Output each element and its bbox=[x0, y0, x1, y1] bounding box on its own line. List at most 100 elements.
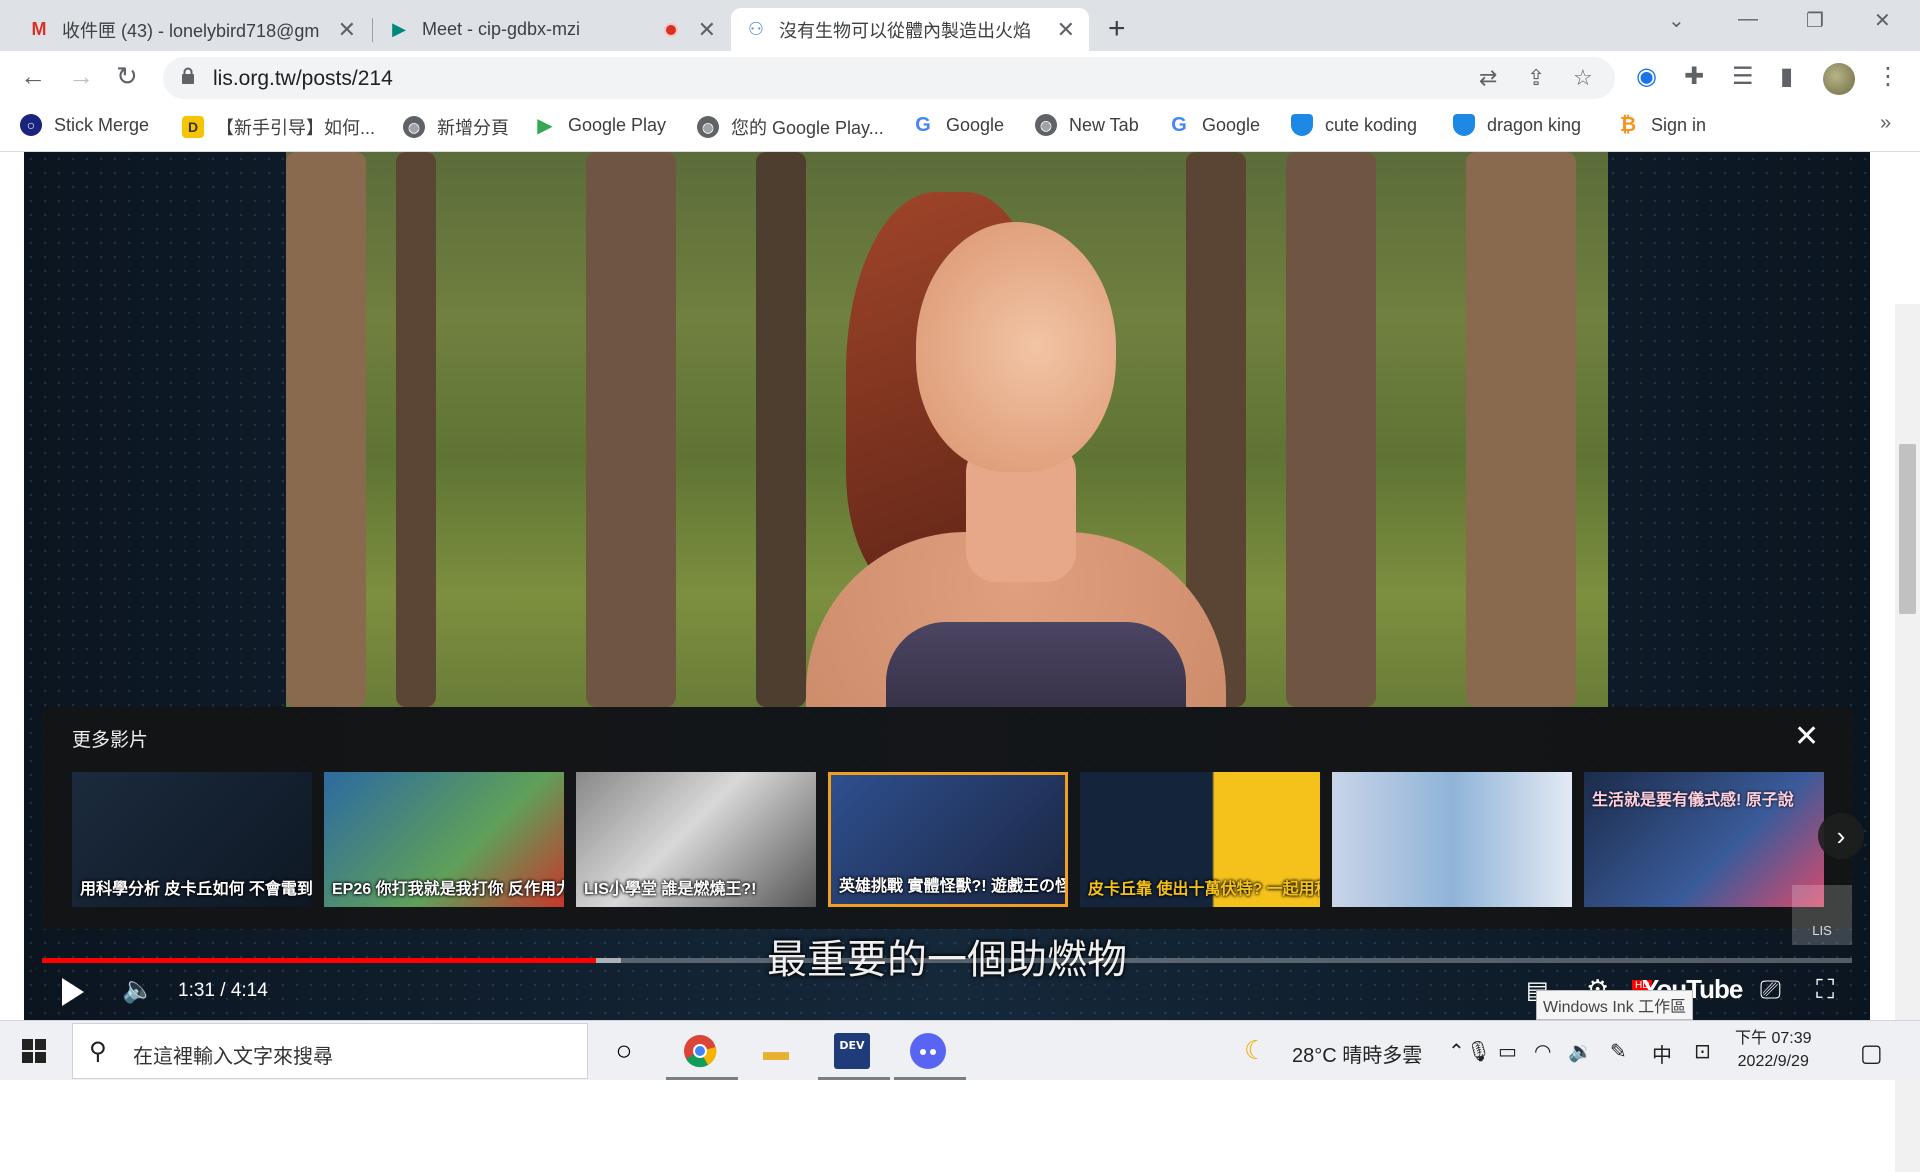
next-thumbnails-button[interactable]: › bbox=[1818, 813, 1864, 859]
ime-indicator[interactable]: 中 bbox=[1652, 1039, 1672, 1068]
shield-icon bbox=[1291, 114, 1313, 136]
bookmark-stick-merge[interactable]: ○ Stick Merge bbox=[20, 114, 149, 136]
video-thumbnail[interactable]: 用科學分析 皮卡丘如何 不會電到自己? bbox=[72, 772, 312, 907]
google-icon: G bbox=[915, 113, 931, 136]
bookmark-dragon-king[interactable]: dragon king bbox=[1453, 114, 1581, 136]
close-tab-icon[interactable]: ✕ bbox=[338, 17, 356, 43]
volume-icon[interactable]: 🔈 bbox=[122, 974, 154, 1005]
progress-bar[interactable] bbox=[42, 958, 1852, 963]
battery-icon[interactable]: ▭ bbox=[1498, 1039, 1517, 1064]
menu-kebab-icon[interactable]: ⋮ bbox=[1876, 62, 1900, 91]
chrome-icon[interactable] bbox=[678, 1029, 722, 1073]
close-tab-icon[interactable]: ✕ bbox=[1057, 17, 1075, 43]
shield-icon bbox=[1453, 114, 1475, 136]
new-tab-button[interactable]: + bbox=[1108, 12, 1126, 46]
windows-ink-tooltip: Windows Ink 工作區 bbox=[1536, 990, 1694, 1020]
time-display: 1:31 / 4:14 bbox=[178, 980, 268, 1001]
clock-time: 下午 07:39 bbox=[1735, 1030, 1812, 1047]
svg-text:DEV: DEV bbox=[839, 1039, 865, 1052]
weather-moon-icon: ☾ bbox=[1244, 1035, 1268, 1065]
address-bar[interactable]: lis.org.tw/posts/214 ⇄ ⇪ ☆ bbox=[163, 57, 1615, 99]
back-button[interactable]: ← bbox=[20, 61, 46, 92]
lis-icon: ⚇ bbox=[747, 19, 765, 39]
share-icon[interactable]: ⇪ bbox=[1527, 65, 1545, 91]
profile-avatar[interactable] bbox=[1823, 63, 1855, 95]
forward-button[interactable]: → bbox=[68, 61, 94, 92]
dev-app-icon[interactable]: DEV bbox=[830, 1029, 874, 1073]
tab-divider bbox=[372, 18, 373, 42]
extensions-puzzle-icon[interactable]: ✚ bbox=[1684, 62, 1704, 91]
show-hidden-icons[interactable]: ⌃ bbox=[1448, 1039, 1465, 1064]
close-window-button[interactable]: ✕ bbox=[1874, 8, 1891, 33]
bookmark-star-icon[interactable]: ☆ bbox=[1573, 65, 1593, 91]
bookmark-new-tab-zh[interactable]: ◍ 新增分頁 bbox=[403, 114, 509, 140]
google-play-icon: ▶ bbox=[537, 114, 553, 137]
media-control-icon[interactable]: ☰ bbox=[1732, 62, 1754, 91]
play-icon[interactable] bbox=[62, 978, 84, 1006]
bookmark-google[interactable]: G Google bbox=[912, 114, 1004, 136]
tab-strip: M 收件匣 (43) - lonelybird718@gm ✕ ▶ Meet -… bbox=[0, 0, 1920, 51]
file-explorer-icon[interactable]: ▬ bbox=[754, 1029, 798, 1073]
discord-icon[interactable] bbox=[906, 1029, 950, 1073]
bitcoin-icon: ₿ bbox=[1619, 113, 1637, 136]
thumbnail-row: 用科學分析 皮卡丘如何 不會電到自己? EP26 你打我就是我打你 反作用力 L… bbox=[72, 772, 1836, 907]
close-panel-icon[interactable]: ✕ bbox=[1794, 719, 1819, 754]
meet-icon: ▶ bbox=[392, 19, 406, 39]
windows-taskbar: ⚲ 在這裡輸入文字來搜尋 ○ ▬ DEV ☾ 28°C 晴時多雲 ⌃ 🎙 ▭ ◠… bbox=[0, 1020, 1920, 1080]
bookmark-new-tab[interactable]: ◍ New Tab bbox=[1035, 114, 1139, 136]
reload-button[interactable]: ↻ bbox=[116, 61, 138, 92]
notification-icon[interactable]: ▢ bbox=[1860, 1039, 1883, 1068]
scrollbar-thumb[interactable] bbox=[1899, 444, 1916, 614]
bookmark-your-google-play[interactable]: ◍ 您的 Google Play... bbox=[697, 114, 884, 140]
bookmark-google-2[interactable]: G Google bbox=[1168, 114, 1260, 136]
video-player[interactable]: 更多影片 ✕ 用科學分析 皮卡丘如何 不會電到自己? EP26 你打我就是我打你… bbox=[24, 152, 1870, 1020]
video-thumbnail[interactable]: 皮卡丘靠 使出十萬伏特? 一起用科學分析! bbox=[1080, 772, 1320, 907]
cortana-icon[interactable]: ○ bbox=[602, 1029, 646, 1073]
taskbar-search-input[interactable]: ⚲ 在這裡輸入文字來搜尋 bbox=[72, 1023, 588, 1079]
progress-played bbox=[42, 958, 596, 963]
bookmarks-overflow-icon[interactable]: » bbox=[1880, 112, 1891, 135]
speaker-icon[interactable]: 🔉 bbox=[1568, 1039, 1593, 1064]
windows-start-icon[interactable] bbox=[22, 1039, 46, 1063]
tab-lis-active[interactable]: ⚇ 沒有生物可以從體內製造出火焰 ✕ bbox=[731, 8, 1089, 51]
guide-icon: D bbox=[182, 116, 204, 138]
tab-title: 收件匣 (43) - lonelybird718@gm bbox=[62, 20, 320, 41]
globe-icon: ◍ bbox=[1035, 114, 1057, 136]
video-thumbnail[interactable]: 生活就是要有儀式感! 原子說 bbox=[1584, 772, 1824, 907]
bookmark-cute-koding[interactable]: cute koding bbox=[1291, 114, 1417, 136]
clock-date: 2022/9/29 bbox=[1737, 1053, 1809, 1070]
translate-icon[interactable]: ⇄ bbox=[1479, 65, 1497, 91]
video-thumbnail[interactable]: LIS小學堂 誰是燃燒王?! bbox=[576, 772, 816, 907]
pen-icon[interactable]: ✎ bbox=[1610, 1039, 1627, 1064]
restore-button[interactable]: ❐ bbox=[1806, 8, 1824, 33]
tab-meet[interactable]: ▶ Meet - cip-gdbx-mzi ✕ bbox=[374, 8, 730, 51]
tab-search-icon[interactable]: ⌄ bbox=[1668, 8, 1685, 33]
video-thumbnail[interactable] bbox=[1332, 772, 1572, 907]
fullscreen-icon[interactable]: ⛶ bbox=[1816, 974, 1834, 1006]
side-panel-icon[interactable]: ▮ bbox=[1780, 62, 1793, 91]
search-icon: ⚲ bbox=[89, 1038, 107, 1065]
cast-icon[interactable]: ⎚ bbox=[1760, 974, 1781, 1006]
recording-indicator-icon bbox=[663, 22, 678, 37]
tab-gmail[interactable]: M 收件匣 (43) - lonelybird718@gm ✕ bbox=[14, 8, 370, 51]
bookmark-google-play[interactable]: ▶ Google Play bbox=[534, 114, 666, 137]
weather-text[interactable]: 28°C 晴時多雲 bbox=[1292, 1039, 1422, 1068]
person-face bbox=[916, 222, 1116, 472]
more-videos-panel: 更多影片 ✕ 用科學分析 皮卡丘如何 不會電到自己? EP26 你打我就是我打你… bbox=[42, 707, 1864, 929]
clock[interactable]: 下午 07:39 2022/9/29 bbox=[1735, 1027, 1812, 1073]
input-mode-icon[interactable]: ⊡ bbox=[1694, 1039, 1711, 1064]
lock-icon bbox=[182, 67, 194, 84]
tab-title: Meet - cip-gdbx-mzi bbox=[422, 19, 581, 39]
close-tab-icon[interactable]: ✕ bbox=[698, 17, 716, 43]
tab-title: 沒有生物可以從體內製造出火焰 bbox=[779, 20, 1031, 41]
globe-icon: ◍ bbox=[697, 116, 719, 138]
bookmark-sign-in[interactable]: ₿ Sign in bbox=[1617, 114, 1706, 136]
minimize-button[interactable]: — bbox=[1738, 8, 1758, 31]
microphone-icon[interactable]: 🎙 bbox=[1466, 1039, 1491, 1064]
gmail-icon: M bbox=[31, 19, 47, 39]
bookmark-guide[interactable]: D 【新手引导】如何... bbox=[182, 114, 375, 140]
wifi-icon[interactable]: ◠ bbox=[1534, 1039, 1551, 1064]
video-thumbnail[interactable]: EP26 你打我就是我打你 反作用力 bbox=[324, 772, 564, 907]
extension-circle-icon[interactable]: ◉ bbox=[1636, 62, 1657, 91]
video-thumbnail[interactable]: 英雄挑戰 實體怪獸?! 遊戲王の怪獸召喚 bbox=[828, 772, 1068, 907]
